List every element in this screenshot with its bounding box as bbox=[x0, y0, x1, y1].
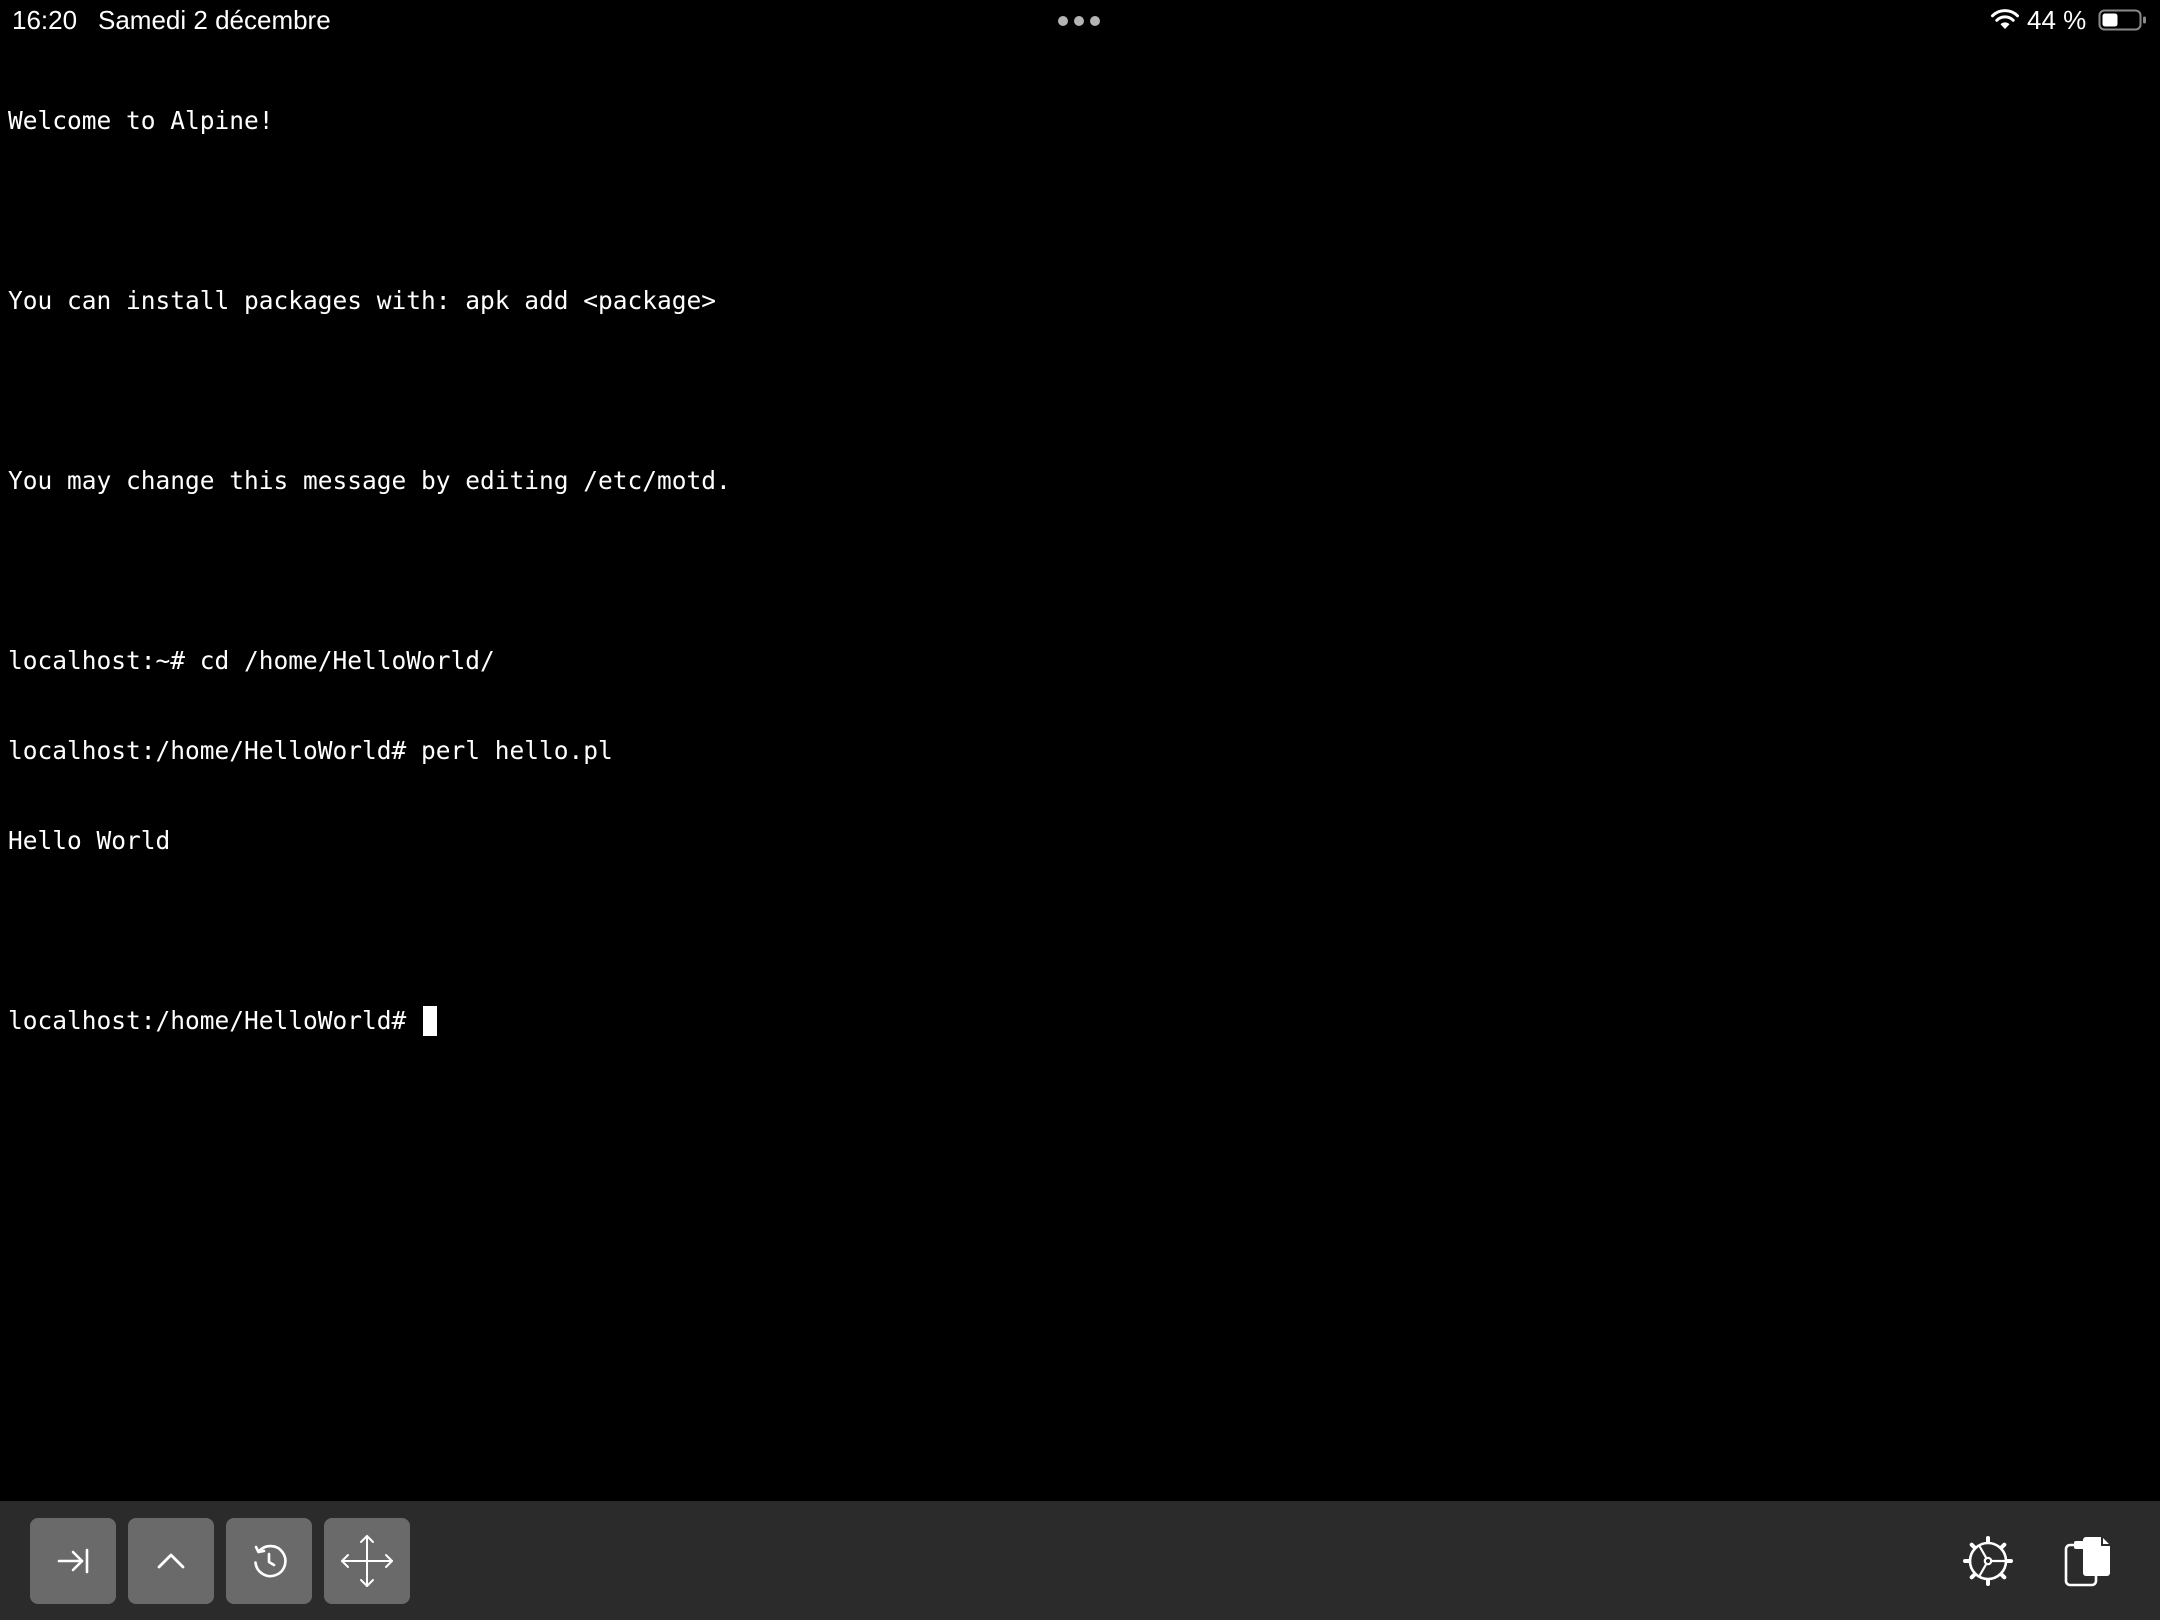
multitasking-dots-icon[interactable] bbox=[1058, 16, 1100, 26]
terminal-line: You may change this message by editing /… bbox=[8, 466, 731, 495]
terminal-prompt-line[interactable]: localhost:/home/HelloWorld# bbox=[8, 1006, 2148, 1036]
terminal-output[interactable]: Welcome to Alpine! You can install packa… bbox=[8, 46, 2148, 1486]
settings-button[interactable] bbox=[1958, 1531, 2018, 1591]
keyboard-accessory-toolbar bbox=[0, 1501, 2160, 1620]
move-cursor-icon bbox=[341, 1535, 393, 1587]
status-date: Samedi 2 décembre bbox=[98, 5, 331, 35]
terminal-line: Welcome to Alpine! bbox=[8, 106, 274, 135]
paste-icon bbox=[2064, 1537, 2110, 1587]
status-time: 16:20 bbox=[12, 5, 78, 35]
command-history-button[interactable] bbox=[226, 1518, 312, 1604]
status-bar: 16:20 Samedi 2 décembre 44 % bbox=[0, 0, 2160, 40]
tab-key-button[interactable] bbox=[30, 1518, 116, 1604]
terminal-line: Hello World bbox=[8, 826, 171, 855]
battery-icon bbox=[2098, 9, 2146, 31]
control-key-icon bbox=[157, 1553, 185, 1569]
terminal-line: localhost:~# cd /home/HelloWorld/ bbox=[8, 646, 495, 675]
wifi-icon bbox=[1991, 9, 2019, 29]
control-key-button[interactable] bbox=[128, 1518, 214, 1604]
shell-prompt: localhost:/home/HelloWorld# bbox=[8, 1006, 422, 1035]
move-cursor-button[interactable] bbox=[324, 1518, 410, 1604]
text-cursor bbox=[423, 1006, 438, 1036]
settings-icon bbox=[1963, 1536, 2013, 1586]
battery-percentage: 44 % bbox=[2027, 5, 2087, 35]
tab-key-icon bbox=[57, 1548, 89, 1574]
terminal-line: You can install packages with: apk add <… bbox=[8, 286, 717, 315]
paste-button[interactable] bbox=[2058, 1531, 2118, 1591]
history-icon bbox=[254, 1544, 287, 1578]
terminal-line: localhost:/home/HelloWorld# perl hello.p… bbox=[8, 736, 613, 765]
